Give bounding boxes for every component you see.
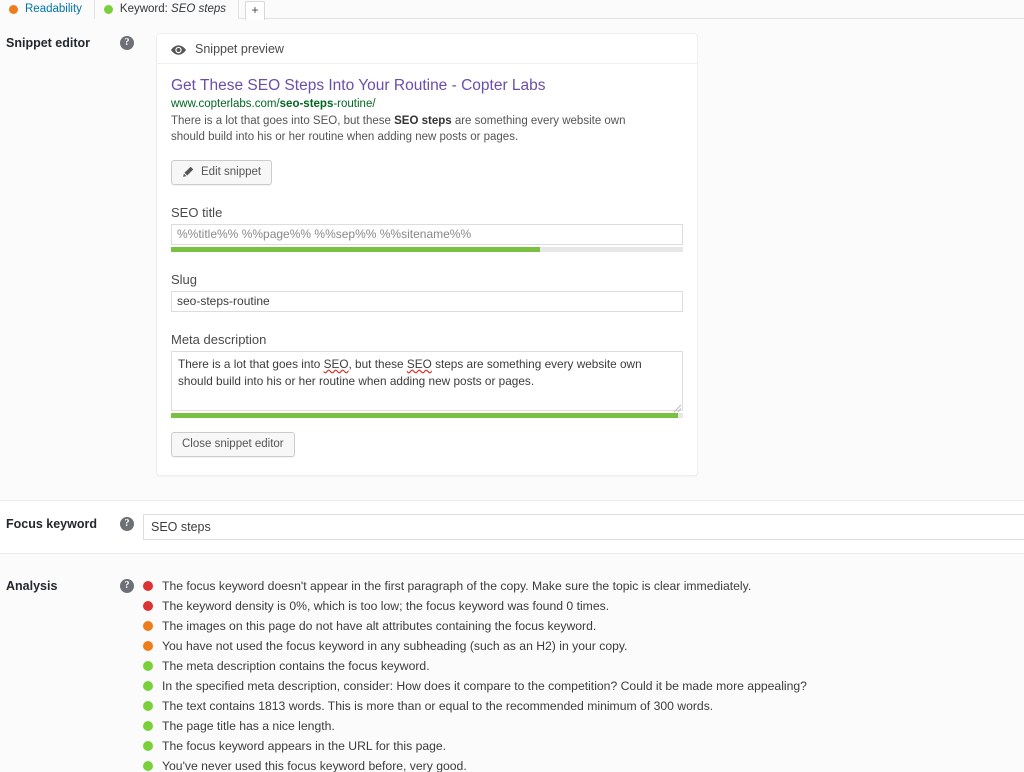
seo-title-progress-track (171, 246, 683, 252)
status-dot-icon (143, 661, 153, 672)
status-dot-icon (143, 681, 153, 692)
help-icon[interactable]: ? (120, 578, 134, 593)
analysis-item-text: The focus keyword appears in the URL for… (162, 738, 447, 753)
analysis-item: The text contains 1813 words. This is mo… (143, 696, 1024, 716)
serp-preview-description: There is a lot that goes into SEO, but t… (171, 114, 661, 146)
slug-label: Slug (171, 271, 198, 287)
pencil-icon (182, 166, 194, 178)
seo-tab-bar: Readability Keyword: SEO steps + (0, 0, 1024, 20)
seo-title-progress-bar (171, 246, 540, 252)
help-icon[interactable]: ? (120, 36, 134, 50)
focus-keyword-section: Focus keyword ? (0, 499, 1024, 554)
snippet-editor-body: Get These SEO Steps Into Your Routine - … (157, 64, 697, 475)
focus-keyword-row-label: Focus keyword (6, 516, 97, 531)
close-snippet-editor-button[interactable]: Close snippet editor (171, 431, 295, 457)
serp-url-keyword: seo-steps (279, 98, 334, 111)
meta-desc-misspelled-1: SEO (323, 356, 349, 371)
snippet-preview-title: Snippet preview (195, 41, 284, 56)
snippet-preview-header: Snippet preview (157, 34, 697, 64)
meta-desc-seg-3: steps are something every website own (431, 356, 642, 371)
snippet-editor-section: Snippet editor ? Snippet preview Get The… (0, 19, 1024, 476)
seo-title-field-group: SEO title (171, 205, 683, 252)
analysis-item-text: The meta description contains the focus … (162, 658, 430, 673)
serp-preview-url: www.copterlabs.com/seo-steps-routine/ (171, 97, 683, 113)
analysis-item: You have not used the focus keyword in a… (143, 636, 1024, 656)
slug-input[interactable] (171, 290, 683, 312)
snippet-editor-row-label: Snippet editor (6, 36, 91, 50)
analysis-item: The page title has a nice length. (143, 716, 1024, 736)
focus-keyword-input[interactable] (143, 513, 1024, 540)
analysis-item-text: The images on this page do not have alt … (162, 618, 597, 633)
snippet-editor-card: Snippet preview Get These SEO Steps Into… (156, 33, 698, 476)
status-dot-icon (143, 741, 153, 752)
analysis-item: The keyword density is 0%, which is too … (143, 596, 1024, 616)
tab-keyword[interactable]: Keyword: SEO steps (94, 0, 240, 19)
meta-description-label: Meta description (171, 331, 267, 347)
analysis-item-text: The keyword density is 0%, which is too … (162, 598, 610, 613)
analysis-item: The focus keyword appears in the URL for… (143, 736, 1024, 756)
analysis-item: The images on this page do not have alt … (143, 616, 1024, 636)
meta-desc-misspelled-2: SEO (406, 356, 432, 371)
edit-snippet-button[interactable]: Edit snippet (171, 159, 273, 185)
status-dot-icon (143, 701, 153, 712)
analysis-item-text: You have not used the focus keyword in a… (162, 638, 628, 653)
status-dot-icon (143, 761, 153, 772)
status-dot-icon (143, 581, 153, 592)
analysis-item-text: In the specified meta description, consi… (162, 678, 807, 693)
tab-keyword-label: Keyword: SEO steps (119, 3, 227, 15)
analysis-section: Analysis ? The focus keyword doesn't app… (0, 576, 1024, 772)
serp-url-suffix: -routine/ (333, 98, 376, 111)
analysis-item-text: You've never used this focus keyword bef… (162, 758, 467, 772)
seo-title-input[interactable] (171, 223, 683, 245)
close-snippet-editor-label: Close snippet editor (182, 438, 284, 451)
meta-description-textarea[interactable]: There is a lot that goes into SEO, but t… (171, 350, 683, 411)
status-dot-icon (103, 5, 113, 14)
meta-desc-seg-2: , but these (348, 356, 407, 371)
meta-description-progress-bar (171, 412, 678, 418)
help-icon[interactable]: ? (120, 516, 134, 531)
status-dot-icon (143, 621, 153, 632)
serp-desc-part1: There is a lot that goes into SEO, but t… (171, 114, 395, 127)
status-dot-icon (143, 601, 153, 612)
analysis-item-text: The focus keyword doesn't appear in the … (162, 578, 752, 593)
analysis-item: The meta description contains the focus … (143, 656, 1024, 676)
status-dot-icon (143, 641, 153, 652)
status-dot-icon (9, 5, 18, 14)
analysis-item-text: The page title has a nice length. (162, 718, 335, 733)
tab-readability[interactable]: Readability (0, 0, 95, 19)
tab-readability-label: Readability (25, 3, 82, 15)
status-dot-icon (143, 721, 153, 732)
analysis-item: The focus keyword doesn't appear in the … (143, 576, 1024, 596)
eye-icon (171, 44, 186, 55)
add-keyword-tab-button[interactable]: + (245, 1, 266, 20)
seo-title-label: SEO title (171, 204, 223, 220)
analysis-list: The focus keyword doesn't appear in the … (134, 576, 1024, 772)
analysis-item-text: The text contains 1813 words. This is mo… (162, 698, 714, 713)
analysis-row-label: Analysis (6, 578, 58, 593)
slug-field-group: Slug (171, 272, 683, 312)
serp-url-prefix: www.copterlabs.com/ (171, 98, 280, 111)
analysis-item: In the specified meta description, consi… (143, 676, 1024, 696)
meta-description-wrapper: There is a lot that goes into SEO, but t… (171, 350, 683, 412)
serp-preview-title[interactable]: Get These SEO Steps Into Your Routine - … (171, 76, 683, 95)
meta-description-progress-track (171, 412, 683, 418)
tab-keyword-value: SEO steps (171, 3, 227, 15)
edit-snippet-label: Edit snippet (201, 166, 262, 179)
meta-description-field-group: Meta description There is a lot that goe… (171, 332, 683, 418)
meta-desc-seg-1: There is a lot that goes into (178, 356, 324, 371)
analysis-item: You've never used this focus keyword bef… (143, 756, 1024, 772)
serp-desc-keyword: SEO steps (394, 114, 452, 127)
meta-desc-seg-4: should build into his or her routine whe… (178, 373, 535, 388)
